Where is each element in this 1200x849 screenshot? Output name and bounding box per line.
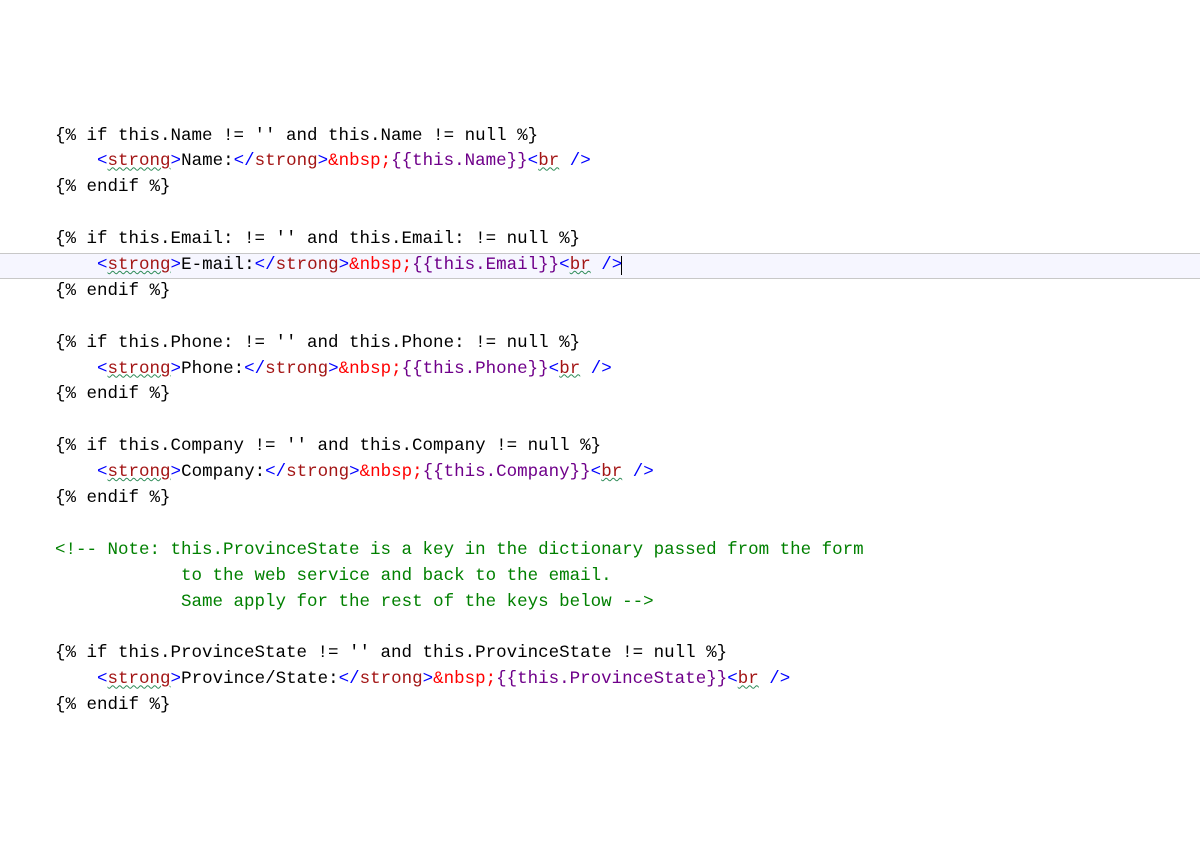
- template-delimiter: {% if this.Email: != '' and this.Email: …: [55, 229, 580, 249]
- angle-bracket: <: [97, 255, 108, 275]
- text-label: E-mail:: [181, 255, 255, 275]
- blank-line: [55, 305, 1200, 331]
- code-line: <strong>Name:</strong>&nbsp;{{this.Name}…: [55, 149, 1200, 175]
- code-line: {% if this.ProvinceState != '' and this.…: [55, 641, 1200, 667]
- blank-line: [55, 408, 1200, 434]
- angle-bracket: <: [97, 151, 108, 171]
- text-label: Name:: [181, 151, 234, 171]
- tag-br: br: [570, 255, 591, 275]
- angle-bracket: >: [171, 151, 182, 171]
- template-delimiter: {% endif %}: [55, 384, 171, 404]
- tag-strong: strong: [265, 359, 328, 379]
- template-expression: {{this.Phone}}: [402, 359, 549, 379]
- comment-text: Same apply for the rest of the keys belo…: [181, 592, 654, 612]
- angle-bracket: <: [559, 255, 570, 275]
- code-line: {% endif %}: [55, 279, 1200, 305]
- tag-br: br: [559, 359, 580, 379]
- tag-strong: strong: [255, 151, 318, 171]
- html-entity: &nbsp;: [339, 359, 402, 379]
- template-delimiter: {% endif %}: [55, 177, 171, 197]
- html-entity: &nbsp;: [433, 669, 496, 689]
- angle-bracket: <: [97, 359, 108, 379]
- angle-bracket: >: [318, 151, 329, 171]
- code-line: {% endif %}: [55, 486, 1200, 512]
- tag-strong: strong: [108, 462, 171, 482]
- angle-bracket: />: [769, 669, 790, 689]
- blank-line: [55, 201, 1200, 227]
- code-editor[interactable]: {% if this.Name != '' and this.Name != n…: [55, 124, 1200, 719]
- code-line: to the web service and back to the email…: [55, 564, 1200, 590]
- comment-text: <!-- Note: this.ProvinceState is a key i…: [55, 540, 864, 560]
- template-delimiter: {% endif %}: [55, 281, 171, 301]
- angle-bracket: />: [570, 151, 591, 171]
- code-line: {% endif %}: [55, 382, 1200, 408]
- angle-bracket: <: [528, 151, 539, 171]
- angle-bracket: >: [171, 359, 182, 379]
- text-label: Province/State:: [181, 669, 339, 689]
- angle-bracket: <: [727, 669, 738, 689]
- angle-bracket: </: [234, 151, 255, 171]
- code-line: {% if this.Company != '' and this.Compan…: [55, 434, 1200, 460]
- angle-bracket: <: [591, 462, 602, 482]
- angle-bracket: <: [549, 359, 560, 379]
- code-line: {% if this.Name != '' and this.Name != n…: [55, 124, 1200, 150]
- text-cursor: [621, 256, 622, 275]
- angle-bracket: </: [339, 669, 360, 689]
- angle-bracket: >: [171, 669, 182, 689]
- angle-bracket: >: [423, 669, 434, 689]
- tag-strong: strong: [108, 151, 171, 171]
- code-line: {% endif %}: [55, 175, 1200, 201]
- angle-bracket: <: [97, 669, 108, 689]
- tag-strong: strong: [108, 669, 171, 689]
- angle-bracket: <: [97, 462, 108, 482]
- template-expression: {{this.Name}}: [391, 151, 528, 171]
- code-line: <!-- Note: this.ProvinceState is a key i…: [55, 538, 1200, 564]
- angle-bracket: >: [339, 255, 350, 275]
- angle-bracket: />: [591, 359, 612, 379]
- template-delimiter: {% endif %}: [55, 695, 171, 715]
- html-entity: &nbsp;: [328, 151, 391, 171]
- code-line: Same apply for the rest of the keys belo…: [55, 590, 1200, 616]
- template-delimiter: {% if this.ProvinceState != '' and this.…: [55, 643, 727, 663]
- code-line: <strong>Phone:</strong>&nbsp;{{this.Phon…: [55, 357, 1200, 383]
- tag-strong: strong: [276, 255, 339, 275]
- angle-bracket: />: [633, 462, 654, 482]
- tag-strong: strong: [360, 669, 423, 689]
- template-delimiter: {% endif %}: [55, 488, 171, 508]
- tag-strong: strong: [286, 462, 349, 482]
- code-line: {% if this.Phone: != '' and this.Phone: …: [55, 331, 1200, 357]
- angle-bracket: >: [171, 462, 182, 482]
- tag-br: br: [538, 151, 559, 171]
- template-expression: {{this.ProvinceState}}: [496, 669, 727, 689]
- template-expression: {{this.Email}}: [412, 255, 559, 275]
- template-delimiter: {% if this.Name != '' and this.Name != n…: [55, 126, 538, 146]
- tag-br: br: [601, 462, 622, 482]
- html-entity: &nbsp;: [349, 255, 412, 275]
- code-line: <strong>Province/State:</strong>&nbsp;{{…: [55, 667, 1200, 693]
- angle-bracket: >: [328, 359, 339, 379]
- angle-bracket: </: [244, 359, 265, 379]
- comment-text: to the web service and back to the email…: [181, 566, 612, 586]
- text-label: Phone:: [181, 359, 244, 379]
- template-delimiter: {% if this.Company != '' and this.Compan…: [55, 436, 601, 456]
- angle-bracket: >: [171, 255, 182, 275]
- tag-br: br: [738, 669, 759, 689]
- code-line: {% if this.Email: != '' and this.Email: …: [55, 227, 1200, 253]
- angle-bracket: </: [265, 462, 286, 482]
- code-line: {% endif %}: [55, 693, 1200, 719]
- template-delimiter: {% if this.Phone: != '' and this.Phone: …: [55, 333, 580, 353]
- code-line-active: <strong>E-mail:</strong>&nbsp;{{this.Ema…: [0, 253, 1200, 279]
- angle-bracket: </: [255, 255, 276, 275]
- html-entity: &nbsp;: [360, 462, 423, 482]
- blank-line: [55, 512, 1200, 538]
- angle-bracket: />: [601, 255, 622, 275]
- code-line: <strong>Company:</strong>&nbsp;{{this.Co…: [55, 460, 1200, 486]
- blank-line: [55, 615, 1200, 641]
- text-label: Company:: [181, 462, 265, 482]
- tag-strong: strong: [108, 359, 171, 379]
- angle-bracket: >: [349, 462, 360, 482]
- tag-strong: strong: [108, 255, 171, 275]
- template-expression: {{this.Company}}: [423, 462, 591, 482]
